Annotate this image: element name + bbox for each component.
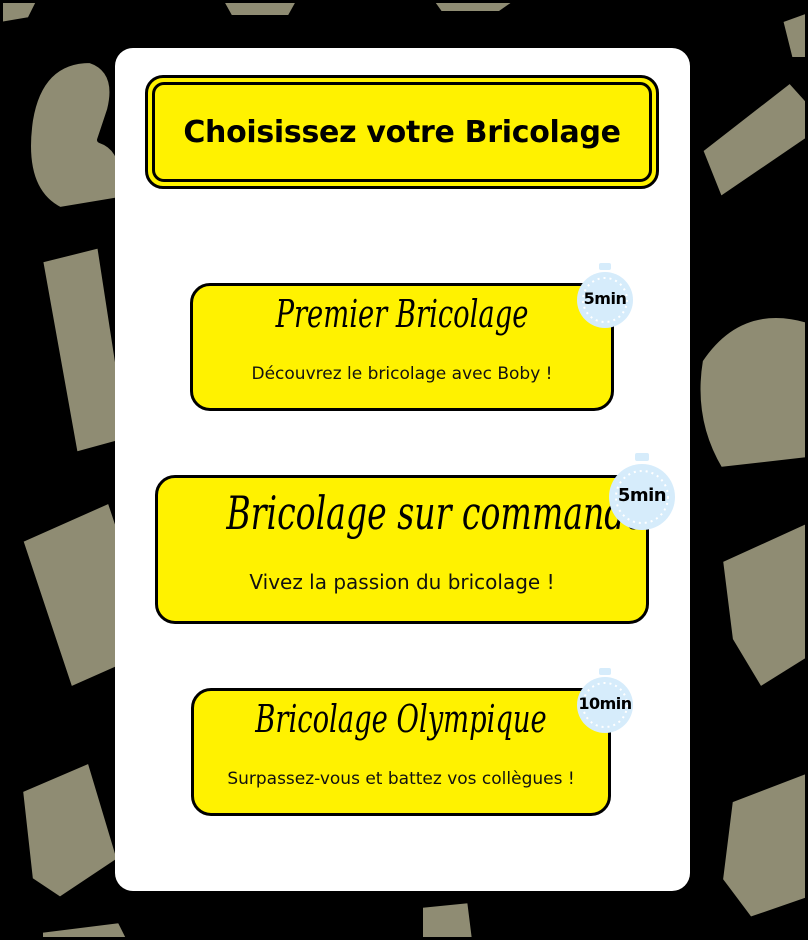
card-title: Premier Bricolage bbox=[275, 292, 529, 336]
drill-icon bbox=[717, 517, 808, 693]
brick-icon bbox=[717, 767, 808, 923]
card-description: Surpassez-vous et battez vos collègues ! bbox=[227, 769, 575, 789]
duration-label: 5min bbox=[617, 485, 667, 506]
flexed-arm-icon bbox=[25, 57, 126, 213]
duration-badge: 10min bbox=[572, 668, 638, 734]
duration-label: 10min bbox=[578, 694, 632, 713]
card-bricolage-sur-commande[interactable]: Bricolage sur commande Vivez la passion … bbox=[155, 475, 649, 624]
card-description: Découvrez le bricolage avec Boby ! bbox=[251, 364, 553, 384]
helmet-icon bbox=[694, 312, 808, 473]
card-bricolage-olympique[interactable]: Bricolage Olympique Surpassez-vous et ba… bbox=[191, 688, 611, 816]
glove-icon bbox=[17, 757, 123, 903]
card-premier-bricolage[interactable]: Premier Bricolage Découvrez le bricolage… bbox=[190, 283, 614, 411]
card-title: Bricolage Olympique bbox=[255, 697, 547, 741]
page-title: Choisissez votre Bricolage bbox=[183, 114, 621, 150]
duration-badge: 5min bbox=[572, 263, 638, 329]
duration-label: 5min bbox=[583, 289, 627, 308]
card-title: Bricolage sur commande bbox=[226, 486, 646, 540]
ruler-icon bbox=[697, 77, 808, 203]
duration-badge: 5min bbox=[603, 453, 681, 531]
title-banner-inner: Choisissez votre Bricolage bbox=[152, 82, 652, 182]
choice-panel: Choisissez votre Bricolage Premier Brico… bbox=[115, 48, 690, 891]
card-description: Vivez la passion du bricolage ! bbox=[249, 570, 555, 594]
title-banner: Choisissez votre Bricolage bbox=[145, 75, 659, 189]
